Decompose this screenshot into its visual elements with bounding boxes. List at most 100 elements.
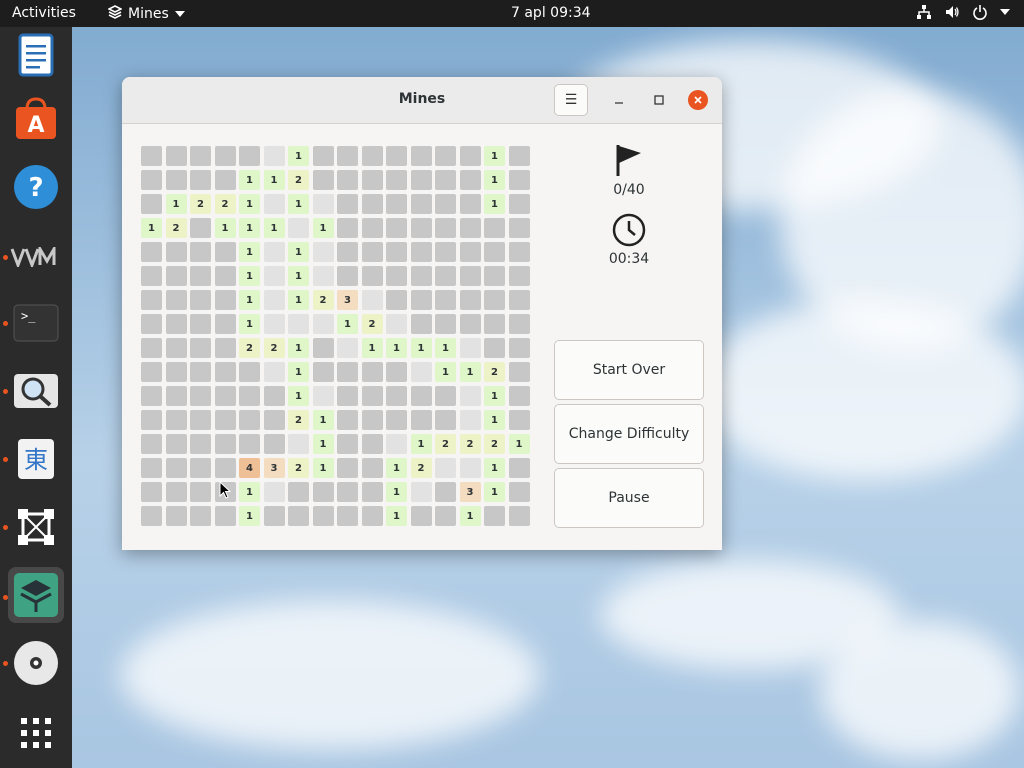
covered-cell[interactable] [214,434,236,454]
covered-cell[interactable] [361,194,383,214]
covered-cell[interactable] [141,434,162,454]
covered-cell[interactable] [337,506,358,526]
covered-cell[interactable] [337,146,358,166]
covered-cell[interactable] [508,146,530,166]
revealed-number-cell[interactable]: 1 [288,146,309,166]
covered-cell[interactable] [508,314,530,334]
revealed-number-cell[interactable]: 1 [239,314,260,334]
software-center-icon[interactable]: A [8,91,64,147]
covered-cell[interactable] [312,146,334,166]
revealed-number-cell[interactable]: 1 [386,482,407,502]
revealed-number-cell[interactable]: 1 [165,194,187,214]
covered-cell[interactable] [190,506,211,526]
covered-cell[interactable] [435,218,456,238]
covered-cell[interactable] [484,218,505,238]
revealed-number-cell[interactable]: 1 [361,338,383,358]
revealed-number-cell[interactable]: 3 [459,482,481,502]
revealed-empty-cell[interactable] [312,266,334,286]
revealed-number-cell[interactable]: 4 [239,458,260,478]
covered-cell[interactable] [435,146,456,166]
covered-cell[interactable] [214,410,236,430]
search-tool-icon[interactable] [8,363,64,419]
revealed-empty-cell[interactable] [386,434,407,454]
covered-cell[interactable] [141,410,162,430]
revealed-number-cell[interactable]: 1 [386,338,407,358]
covered-cell[interactable] [508,170,530,190]
character-map-icon[interactable]: 東 [8,431,64,487]
covered-cell[interactable] [190,170,211,190]
revealed-number-cell[interactable]: 1 [459,362,481,382]
revealed-number-cell[interactable]: 1 [288,362,309,382]
covered-cell[interactable] [141,170,162,190]
covered-cell[interactable] [141,194,162,214]
covered-cell[interactable] [312,482,334,502]
revealed-number-cell[interactable]: 3 [337,290,358,310]
text-editor-icon[interactable] [8,27,64,83]
covered-cell[interactable] [239,362,260,382]
covered-cell[interactable] [410,266,432,286]
covered-cell[interactable] [141,482,162,502]
revealed-number-cell[interactable]: 1 [239,266,260,286]
revealed-empty-cell[interactable] [263,194,285,214]
revealed-number-cell[interactable]: 1 [141,218,162,238]
app-menu[interactable]: Mines [107,5,185,23]
revealed-number-cell[interactable]: 1 [239,194,260,214]
covered-cell[interactable] [141,386,162,406]
covered-cell[interactable] [410,218,432,238]
close-button[interactable] [688,90,708,110]
covered-cell[interactable] [165,410,187,430]
revealed-number-cell[interactable]: 1 [435,338,456,358]
revealed-number-cell[interactable]: 1 [484,410,505,430]
covered-cell[interactable] [214,362,236,382]
revealed-number-cell[interactable]: 2 [190,194,211,214]
covered-cell[interactable] [214,458,236,478]
covered-cell[interactable] [214,290,236,310]
revealed-empty-cell[interactable] [312,194,334,214]
revealed-number-cell[interactable]: 1 [288,242,309,262]
covered-cell[interactable] [190,266,211,286]
covered-cell[interactable] [165,290,187,310]
covered-cell[interactable] [190,338,211,358]
revealed-number-cell[interactable]: 2 [214,194,236,214]
revealed-number-cell[interactable]: 1 [239,242,260,262]
covered-cell[interactable] [190,362,211,382]
covered-cell[interactable] [337,242,358,262]
covered-cell[interactable] [459,266,481,286]
revealed-number-cell[interactable]: 1 [484,170,505,190]
main-menu-button[interactable]: ☰ [554,84,588,116]
revealed-number-cell[interactable]: 1 [484,386,505,406]
mines-app-icon[interactable] [8,567,64,623]
covered-cell[interactable] [190,434,211,454]
revealed-number-cell[interactable]: 1 [288,194,309,214]
covered-cell[interactable] [239,146,260,166]
covered-cell[interactable] [386,362,407,382]
revealed-number-cell[interactable]: 2 [288,458,309,478]
covered-cell[interactable] [386,218,407,238]
revealed-empty-cell[interactable] [288,434,309,454]
revealed-empty-cell[interactable] [263,290,285,310]
covered-cell[interactable] [190,482,211,502]
revealed-number-cell[interactable]: 1 [214,218,236,238]
covered-cell[interactable] [312,338,334,358]
revealed-number-cell[interactable]: 2 [484,434,505,454]
covered-cell[interactable] [263,410,285,430]
activities-button[interactable]: Activities [12,5,76,21]
covered-cell[interactable] [410,410,432,430]
covered-cell[interactable] [386,410,407,430]
covered-cell[interactable] [459,314,481,334]
covered-cell[interactable] [337,458,358,478]
covered-cell[interactable] [141,242,162,262]
revealed-number-cell[interactable]: 2 [361,314,383,334]
covered-cell[interactable] [508,386,530,406]
covered-cell[interactable] [410,386,432,406]
covered-cell[interactable] [484,314,505,334]
show-apps-icon[interactable] [8,705,64,761]
start-over-button[interactable]: Start Over [554,340,704,400]
covered-cell[interactable] [459,290,481,310]
covered-cell[interactable] [165,362,187,382]
revealed-number-cell[interactable]: 2 [410,458,432,478]
revealed-number-cell[interactable]: 1 [312,410,334,430]
covered-cell[interactable] [337,362,358,382]
covered-cell[interactable] [165,506,187,526]
revealed-empty-cell[interactable] [312,386,334,406]
